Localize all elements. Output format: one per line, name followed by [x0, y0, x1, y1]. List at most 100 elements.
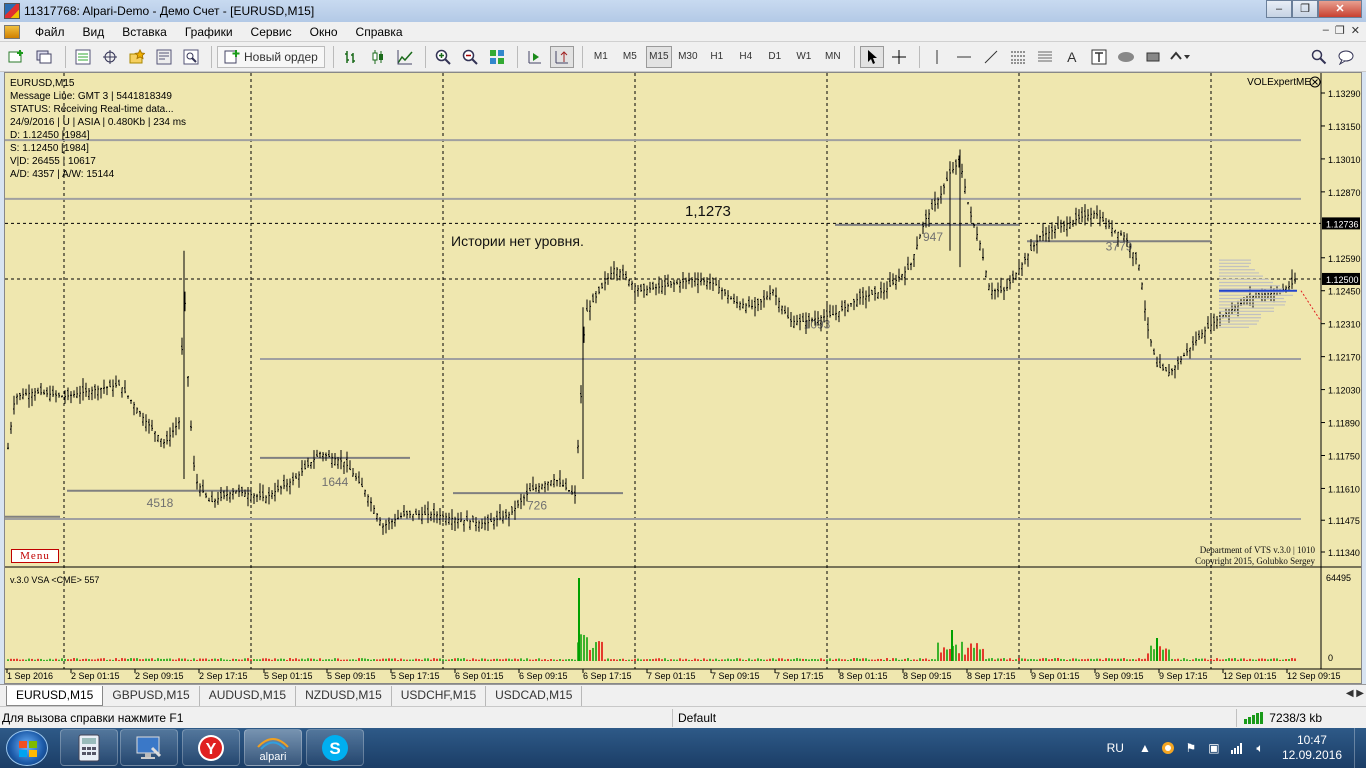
new-chart-button[interactable]: [6, 46, 30, 68]
cursor-button[interactable]: [859, 45, 884, 68]
alpari-taskbar-label: alpari: [259, 750, 287, 763]
menu-file[interactable]: Файл: [26, 25, 74, 39]
indicator-menu-button[interactable]: Menu: [11, 549, 59, 563]
minimize-button[interactable]: –: [1266, 0, 1292, 18]
tray-yandex-icon[interactable]: [1161, 741, 1175, 755]
zoom-out-button[interactable]: [458, 46, 482, 68]
chart-window-icon: [4, 24, 20, 39]
timeframe-m5-button[interactable]: M5: [617, 46, 643, 68]
tray-network-icon[interactable]: [1230, 741, 1244, 755]
close-button[interactable]: ✕: [1318, 0, 1362, 18]
volume-level-label: 4518: [147, 496, 174, 510]
profiles-button[interactable]: [33, 46, 57, 68]
status-profile: Default: [678, 710, 717, 725]
chart-shift-button[interactable]: [523, 46, 547, 68]
tray-sync-icon[interactable]: ▣: [1207, 741, 1221, 755]
menu-help[interactable]: Справка: [347, 25, 412, 39]
zoom-in-button[interactable]: [431, 46, 455, 68]
menu-window[interactable]: Окно: [301, 25, 347, 39]
trendline-button[interactable]: [979, 46, 1003, 68]
timeframe-mn-button[interactable]: MN: [820, 46, 846, 68]
tab-eurusd[interactable]: EURUSD,M15: [6, 686, 104, 706]
price-tick-label: 1.11890: [1328, 419, 1360, 429]
fibonacci-button[interactable]: [1033, 46, 1057, 68]
tab-scroll-arrows[interactable]: ◀ ▶: [1346, 688, 1364, 699]
menu-view[interactable]: Вид: [74, 25, 114, 39]
status-divider: [1236, 709, 1237, 727]
chart-window[interactable]: 4518 1644 726 1093 947 3779 1.13290 1.13150 1.13…: [4, 72, 1362, 684]
show-desktop-button[interactable]: [1354, 728, 1366, 768]
ad-line: A/D: 4357 | A/W: 15144: [10, 169, 115, 180]
new-order-button[interactable]: Новый ордер: [217, 45, 325, 68]
level-annotation: 1,1273: [685, 203, 731, 220]
timeframe-d1-button[interactable]: D1: [762, 46, 788, 68]
toolbar-separator: [918, 45, 920, 68]
start-button[interactable]: [6, 730, 48, 766]
volume-level-label: 1644: [322, 475, 349, 489]
system-clock[interactable]: 10:47 12.09.2016: [1282, 733, 1342, 763]
taskbar-yandex-browser[interactable]: Y: [182, 729, 240, 766]
time-tick-label: 9 Sep 01:15: [1031, 671, 1080, 681]
time-tick-label: 9 Sep 09:15: [1095, 671, 1144, 681]
auto-scroll-button[interactable]: [549, 45, 574, 68]
search-button[interactable]: [1307, 46, 1331, 68]
tab-nzdusd[interactable]: NZDUSD,M15: [296, 686, 392, 706]
menu-insert[interactable]: Вставка: [113, 25, 176, 39]
candlestick-chart-button[interactable]: [366, 46, 390, 68]
tab-gbpusd[interactable]: GBPUSD,M15: [103, 686, 200, 706]
terminal-button[interactable]: [152, 46, 176, 68]
taskbar-remote-desktop[interactable]: [120, 729, 178, 766]
timeframe-m1-button[interactable]: M1: [588, 46, 614, 68]
taskbar-calculator[interactable]: [60, 729, 118, 766]
timeframe-w1-button[interactable]: W1: [791, 46, 817, 68]
tab-audusd[interactable]: AUDUSD,M15: [200, 686, 297, 706]
tray-flag-icon[interactable]: ⚑: [1184, 741, 1198, 755]
auto-scroll-icon: [555, 50, 568, 63]
data-window-button[interactable]: [98, 46, 122, 68]
crosshair-button[interactable]: [887, 46, 911, 68]
language-indicator[interactable]: RU: [1107, 741, 1124, 755]
text-button[interactable]: A: [1060, 46, 1084, 68]
equidistant-channel-button[interactable]: [1006, 46, 1030, 68]
session-line: 24/9/2016 | U | ASIA | 0.480Kb | 234 ms: [10, 117, 187, 128]
tray-expand-icon[interactable]: ▲: [1138, 741, 1152, 755]
timeframe-h4-button[interactable]: H4: [733, 46, 759, 68]
timeframe-m30-button[interactable]: M30: [675, 46, 701, 68]
mdi-minimize-button[interactable]: –: [1323, 24, 1329, 37]
market-watch-icon: [75, 49, 91, 64]
time-tick-label: 12 Sep 09:15: [1287, 671, 1341, 681]
market-watch-button[interactable]: [71, 46, 95, 68]
title-bar: 11317768: Alpari-Demo - Демо Счет - [EUR…: [0, 0, 1366, 22]
taskbar-skype[interactable]: S: [306, 729, 364, 766]
navigator-button[interactable]: [125, 46, 149, 68]
tab-usdcad[interactable]: USDCAD,M15: [486, 686, 583, 706]
maximize-button[interactable]: ❐: [1292, 0, 1318, 18]
status-traffic[interactable]: 7238/3 kb: [1243, 711, 1322, 725]
menu-charts[interactable]: Графики: [176, 25, 242, 39]
menu-tools[interactable]: Сервис: [242, 25, 301, 39]
signals-button[interactable]: [1334, 46, 1358, 68]
arrows-dropdown-button[interactable]: [1168, 46, 1192, 68]
tile-windows-button[interactable]: [485, 46, 509, 68]
mdi-restore-button[interactable]: ❐: [1335, 24, 1345, 37]
horizontal-line-button[interactable]: [952, 46, 976, 68]
tray-volume-icon[interactable]: 🔈︎: [1253, 741, 1267, 755]
text-label-button[interactable]: [1087, 46, 1111, 68]
ellipse-button[interactable]: [1114, 46, 1138, 68]
chart-canvas[interactable]: 45181644726109394737791.132901.131501.13…: [5, 73, 1361, 683]
volume-level-label: 947: [923, 230, 943, 244]
vertical-line-button[interactable]: [925, 46, 949, 68]
taskbar-alpari[interactable]: alpari: [244, 729, 302, 766]
expert-smiley-icon[interactable]: [1309, 76, 1321, 88]
line-chart-button[interactable]: [393, 46, 417, 68]
rectangle-button[interactable]: [1141, 46, 1165, 68]
chat-bubble-icon: [1338, 50, 1354, 65]
strategy-tester-button[interactable]: [179, 46, 203, 68]
mdi-close-button[interactable]: ✕: [1351, 24, 1360, 37]
timeframe-m15-button[interactable]: M15: [645, 45, 672, 68]
timeframe-h1-button[interactable]: H1: [704, 46, 730, 68]
traffic-value: 7238/3 kb: [1269, 710, 1322, 725]
yandex-browser-icon: Y: [198, 734, 224, 761]
bar-chart-button[interactable]: [339, 46, 363, 68]
tab-usdchf[interactable]: USDCHF,M15: [392, 686, 487, 706]
